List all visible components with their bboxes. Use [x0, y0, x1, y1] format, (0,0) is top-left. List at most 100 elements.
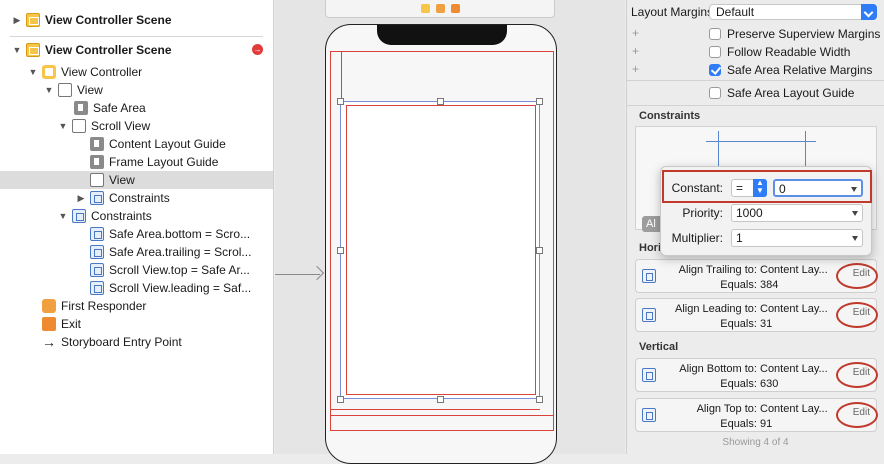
disclosure-expanded-icon[interactable]: ▼ — [58, 211, 68, 221]
constraint-target: Align Leading to: Content Lay... — [675, 303, 832, 315]
outline-label: View — [77, 83, 103, 97]
constraints-icon — [90, 191, 104, 205]
align-bottom-icon — [642, 368, 656, 382]
constraint-line — [330, 51, 342, 101]
constraint-target-value: Content Lay... — [760, 363, 828, 375]
constraint-attr: Align Top to: — [696, 403, 757, 415]
first-responder-icon[interactable] — [435, 4, 445, 13]
outline-row-scene-2[interactable]: ▼ View Controller Scene — [12, 41, 172, 59]
scroll-view-icon — [72, 119, 86, 133]
horizontal-section-header: Hori — [639, 242, 661, 254]
resize-handle[interactable] — [437, 98, 444, 105]
outline-label: Constraints — [91, 209, 152, 223]
outline-label: Scroll View.top = Safe Ar... — [109, 263, 250, 277]
storyboard-canvas[interactable] — [275, 0, 625, 464]
outline-label: Frame Layout Guide — [109, 155, 219, 169]
outline-row-content-layout-guide[interactable]: Content Layout Guide — [90, 135, 226, 153]
constraint-card-bottom[interactable]: Align Bottom to: Content Lay... Equals: … — [635, 358, 878, 392]
align-leading-icon — [642, 308, 656, 322]
resize-handle[interactable] — [536, 98, 543, 105]
resize-handle[interactable] — [536, 247, 543, 254]
vertical-section-header: Vertical — [639, 341, 679, 353]
outline-row-constraints-expanded[interactable]: ▼ Constraints — [58, 207, 152, 225]
preserve-superview-margins-checkbox[interactable]: Preserve Superview Margins — [709, 26, 884, 42]
iphone-frame[interactable] — [325, 24, 557, 464]
disclosure-collapsed-icon[interactable]: ▶ — [12, 15, 22, 26]
chevron-down-icon[interactable] — [861, 4, 877, 20]
multiplier-row: Multiplier: 1 — [661, 228, 871, 248]
annotation-circle — [836, 302, 878, 328]
outline-row-storyboard-entry[interactable]: → Storyboard Entry Point — [42, 333, 182, 351]
chevron-down-icon[interactable] — [852, 211, 858, 216]
chevron-down-icon[interactable] — [852, 236, 858, 241]
multiplier-input[interactable]: 1 — [731, 229, 863, 247]
constraint-card-top[interactable]: Align Top to: Content Lay... Equals: 91 … — [635, 398, 878, 432]
resize-handle[interactable] — [337, 396, 344, 403]
exit-icon[interactable] — [450, 4, 460, 13]
outline-row-frame-layout-guide[interactable]: Frame Layout Guide — [90, 153, 218, 171]
outline-label: Scroll View.leading = Saf... — [109, 281, 252, 295]
error-badge-icon[interactable]: → — [252, 44, 263, 55]
disclosure-expanded-icon[interactable]: ▼ — [28, 67, 38, 77]
outline-row-view[interactable]: ▼ View — [44, 81, 103, 99]
content-guide-outline — [346, 105, 536, 395]
equals-value: 91 — [760, 418, 773, 430]
constraint-card-leading[interactable]: Align Leading to: Content Lay... Equals:… — [635, 298, 878, 332]
align-top-icon — [642, 408, 656, 422]
plus-icon[interactable]: + — [632, 26, 639, 40]
disclosure-expanded-icon[interactable]: ▼ — [12, 45, 22, 55]
outline-label: View Controller — [61, 65, 143, 79]
outline-row-safe-area[interactable]: Safe Area — [74, 99, 146, 117]
resize-handle[interactable] — [536, 396, 543, 403]
checkbox-icon[interactable] — [709, 46, 721, 58]
equals-value: 31 — [760, 318, 773, 330]
resize-handle[interactable] — [337, 98, 344, 105]
layout-guide-icon — [90, 137, 104, 151]
resize-handle[interactable] — [437, 396, 444, 403]
disclosure-expanded-icon[interactable]: ▼ — [44, 85, 54, 95]
equals-label: Equals: — [720, 418, 757, 430]
layout-margins-popup[interactable]: Default — [709, 4, 877, 20]
priority-input[interactable]: 1000 — [731, 204, 863, 222]
outline-row-first-responder[interactable]: First Responder — [42, 297, 146, 315]
outline-row-constraint[interactable]: Scroll View.leading = Saf... — [90, 279, 251, 297]
outline-row-inner-view-selected[interactable]: View — [0, 171, 273, 189]
plus-icon[interactable]: + — [632, 44, 639, 58]
checkbox-icon[interactable] — [709, 87, 721, 99]
outline-row-constraint[interactable]: Safe Area.trailing = Scrol... — [90, 243, 251, 261]
layout-margins-row: Layout Margins Default — [627, 3, 884, 21]
plus-icon[interactable]: + — [632, 62, 639, 76]
equals-value: 384 — [760, 279, 779, 291]
constraint-attr: Align Bottom to: — [679, 363, 757, 375]
outline-label: First Responder — [61, 299, 147, 313]
equals-value: 630 — [760, 378, 779, 390]
outline-row-view-controller[interactable]: ▼ View Controller — [28, 63, 142, 81]
device-notch — [377, 25, 507, 45]
outline-row-constraint[interactable]: Scroll View.top = Safe Ar... — [90, 261, 250, 279]
safe-area-layout-guide-checkbox[interactable]: Safe Area Layout Guide — [709, 85, 884, 101]
disclosure-expanded-icon[interactable]: ▼ — [58, 121, 68, 131]
exit-icon — [42, 317, 56, 331]
follow-readable-width-checkbox[interactable]: Follow Readable Width — [709, 44, 884, 60]
disclosure-collapsed-icon[interactable]: ▶ — [76, 193, 86, 204]
outline-label: Content Layout Guide — [109, 137, 226, 151]
outline-row-scroll-view[interactable]: ▼ Scroll View — [58, 117, 150, 135]
constraint-attr: Align Leading to: — [674, 303, 757, 315]
separator — [627, 105, 884, 106]
constraint-icon — [90, 281, 104, 295]
checkbox-icon[interactable] — [709, 28, 721, 40]
outline-row-constraint[interactable]: Safe Area.bottom = Scro... — [90, 225, 250, 243]
checkbox-label: Preserve Superview Margins — [727, 27, 881, 41]
view-icon — [58, 83, 72, 97]
equals-label: Equals: — [720, 279, 757, 291]
safe-area-relative-margins-checkbox[interactable]: Safe Area Relative Margins — [709, 62, 884, 78]
constraint-target: Align Top to: Content Lay... — [697, 403, 832, 415]
outline-row-scene-1[interactable]: ▶ View Controller Scene — [12, 11, 172, 29]
outline-label: Scroll View — [91, 119, 151, 133]
outline-row-exit[interactable]: Exit — [42, 315, 81, 333]
checkbox-checked-icon[interactable] — [709, 64, 721, 76]
outline-row-constraints-collapsed[interactable]: ▶ Constraints — [76, 189, 170, 207]
constraint-card-trailing[interactable]: Align Trailing to: Content Lay... Equals… — [635, 259, 878, 293]
resize-handle[interactable] — [337, 247, 344, 254]
view-controller-icon[interactable] — [420, 4, 430, 13]
